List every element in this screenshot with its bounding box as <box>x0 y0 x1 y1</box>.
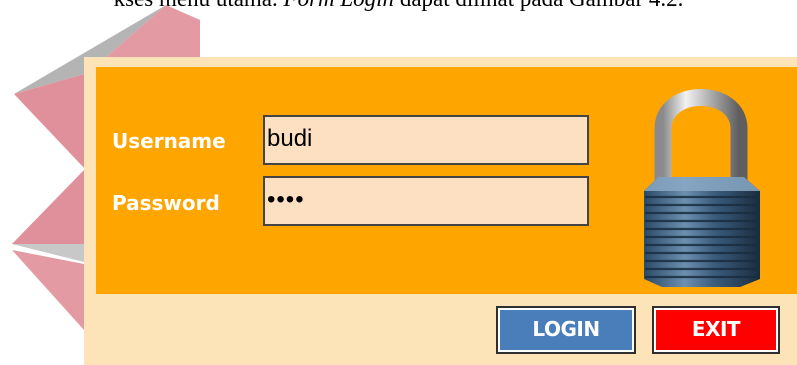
padlock-icon <box>644 89 760 287</box>
caption-italic: Form Login <box>284 0 395 11</box>
password-label: Password <box>112 191 220 215</box>
login-panel: Username budi Password •••• <box>96 67 797 294</box>
password-field[interactable]: •••• <box>263 176 589 226</box>
exit-button[interactable]: EXIT <box>652 306 780 354</box>
watermark-red-shape-lower <box>12 250 84 330</box>
username-field[interactable]: budi <box>263 115 589 165</box>
watermark-red-shape-bottom <box>12 170 84 244</box>
username-label: Username <box>112 129 226 153</box>
document-page: kses menu utama. Form Login dapat diliha… <box>0 0 797 365</box>
caption-suffix: dapat dilihat pada Gambar 4.2. <box>394 0 684 11</box>
login-form-window: Username budi Password •••• LOGIN EXIT <box>84 57 797 365</box>
login-button[interactable]: LOGIN <box>496 306 636 354</box>
